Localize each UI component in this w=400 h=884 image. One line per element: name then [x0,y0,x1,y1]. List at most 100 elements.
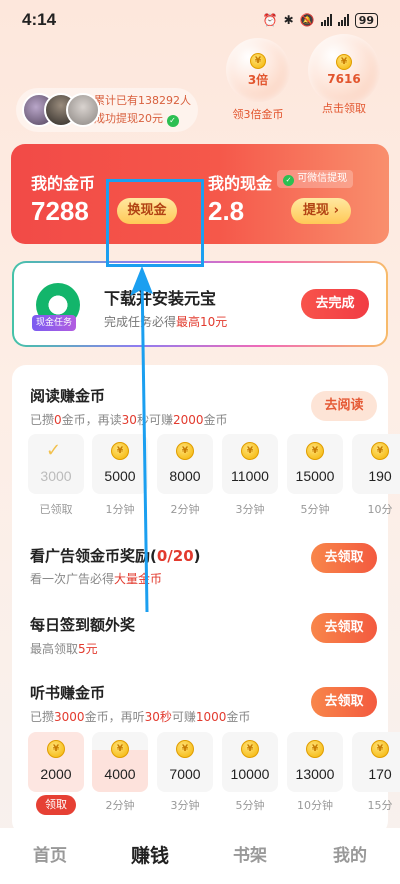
coin-icon: ¥ [371,442,389,460]
audio-title: 听书赚金币 [30,684,106,702]
bubble-3x-coins[interactable]: ¥ 3倍 [226,38,290,102]
reading-reward-captions: 已领取 1分钟 2分钟 3分钟 5分钟 10分 [28,501,400,519]
signin-claim-button[interactable]: 去领取 [311,613,377,643]
signin-subtitle: 最高领取5元 [30,640,98,657]
cash-task-card[interactable]: 现金任务 下载并安装元宝 完成任务必得最高10元 去完成 [12,261,388,347]
t: 金币，再听 [84,710,145,724]
nav-bookshelf[interactable]: 书架 [200,828,300,884]
reward-caption: 已领取 [39,503,73,516]
reward-item[interactable]: ¥4000 [92,732,148,792]
t: 最高领取 [30,642,79,656]
reward-caption: 2分钟 [105,799,135,812]
bottom-nav: 首页 赚钱 书架 我的 [0,828,400,884]
t: 3000 [54,710,85,724]
coin-icon: ¥ [250,52,266,69]
wechat-withdraw-tag: ✓ 可微信提现 [277,170,354,188]
reward-value: 13000 [295,766,335,782]
nav-earn[interactable]: 赚钱 [100,828,200,884]
reward-caption: 10分钟 [297,799,333,812]
coins-value: 7288 [31,196,89,226]
cash-task-tag: 现金任务 [32,315,77,331]
reward-value: 7000 [169,766,201,782]
avatar-stack [20,90,100,130]
annotation-arrow-icon [130,266,153,613]
reward-item[interactable]: ¥2000 [28,732,84,792]
reward-caption: 3分钟 [170,799,200,812]
coin-icon: ¥ [111,740,129,758]
bubble-caption: 领3倍金币 [232,108,284,121]
avatar [66,93,100,127]
coin-icon: ¥ [371,740,389,758]
status-time: 4:14 [22,10,57,29]
reading-title: 阅读赚金币 [30,387,106,405]
t: 30秒 [144,710,172,724]
checkmark-icon: ✓ [46,440,62,461]
t: 可赚 [171,710,196,724]
t: ) [193,547,201,565]
reward-item[interactable]: ¥170 [352,732,400,792]
audio-rewards: ¥2000 ¥4000 ¥7000 ¥10000 ¥13000 ¥170 [28,732,400,792]
reward-caption: 10分 [367,503,393,516]
t: 0 [54,413,62,427]
reward-caption: 5分钟 [300,503,330,516]
reward-item[interactable]: ¥7000 [157,732,213,792]
t: 已攒 [30,413,55,427]
bubble-caption: 点击领取 [322,102,366,115]
bubble-value: 7616 [327,72,361,86]
alarm-icon: ⏰ [262,13,278,27]
signal-icon [320,14,332,26]
bubble-collect-coins[interactable]: ¥ 7616 [308,34,380,106]
t: 看一次广告必得 [30,572,115,586]
status-icons: ⏰ ✱ 🔕 99 [262,12,378,28]
reward-item[interactable]: ¥15000 [287,434,343,494]
stat-line-2-text: 成功提现20元 [94,112,163,125]
t: 5元 [78,642,98,656]
coin-icon: ¥ [241,442,259,460]
reading-rewards: ✓ 3000 ¥5000 ¥8000 ¥11000 ¥15000 ¥190 [28,434,400,494]
t: 金币，再读 [61,413,122,427]
coins-label: 我的金币 [31,174,96,193]
reward-caption: 15分 [367,799,393,812]
coin-icon: ¥ [176,740,194,758]
check-icon: ✓ [166,115,179,127]
reward-item[interactable]: ¥190 [352,434,400,494]
mute-icon: 🔕 [299,13,315,27]
bluetooth-icon: ✱ [283,13,294,27]
highlight-annotation-box [106,179,204,267]
withdraw-stats: 累计已有138292人 成功提现20元 ✓ [16,88,198,132]
cash-label: 我的现金 [208,174,273,193]
wechat-tag-text: 可微信提现 [297,173,348,184]
go-read-button[interactable]: 去阅读 [311,391,377,421]
coin-icon: ¥ [47,740,65,758]
reward-item: ✓ 3000 [28,434,84,494]
reward-value: 190 [368,468,392,484]
reward-value: 170 [368,766,392,782]
reward-value: 3000 [40,468,72,484]
audio-claim-button[interactable]: 去领取 [311,687,377,717]
withdraw-button[interactable]: 提现 › [291,198,351,224]
stat-line-1: 累计已有138292人 [94,94,191,107]
coin-icon: ¥ [336,54,352,70]
reward-item[interactable]: ¥11000 [222,434,278,494]
coin-icon: ¥ [241,740,259,758]
reward-caption: 5分钟 [235,799,265,812]
complete-task-button[interactable]: 去完成 [301,289,369,319]
t: 已攒 [30,710,55,724]
reward-value: 10000 [230,766,270,782]
task-sub-highlight: 最高10元 [176,315,228,329]
check-icon: ✓ [283,175,294,186]
audio-reward-captions: 2分钟 3分钟 5分钟 10分钟 15分 [28,797,400,815]
reward-item[interactable]: ¥10000 [222,732,278,792]
reward-value: 2000 [40,766,72,782]
nav-mine[interactable]: 我的 [300,828,400,884]
ads-claim-button[interactable]: 去领取 [311,543,377,573]
reward-item[interactable]: ¥13000 [287,732,343,792]
reward-value: 4000 [104,766,136,782]
t: 金币 [226,710,251,724]
bubble-value: 3倍 [247,72,269,87]
t: 1000 [195,710,227,724]
reward-value: 15000 [295,468,335,484]
signal-icon-2 [337,14,349,26]
battery-icon: 99 [354,12,378,28]
nav-home[interactable]: 首页 [0,828,100,884]
